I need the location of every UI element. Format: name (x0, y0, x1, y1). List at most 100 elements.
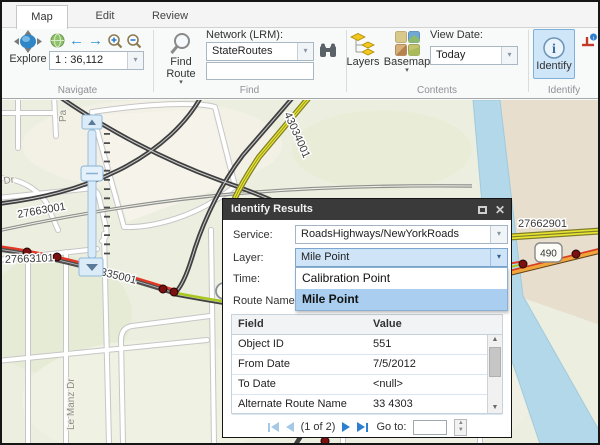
column-header-value: Value (373, 318, 402, 330)
tab-map[interactable]: Map (16, 5, 68, 29)
dropdown-option-calibration-point[interactable]: Calibration Point (296, 268, 507, 289)
identify-route-tool-icon: i (580, 33, 598, 49)
search-routes-button[interactable] (318, 42, 338, 59)
previous-page-button[interactable] (286, 422, 294, 432)
scroll-down-icon[interactable]: ▼ (488, 403, 502, 413)
layer-dropdown-list: Calibration Point Mile Point (295, 267, 508, 311)
field-cell: From Date (238, 358, 290, 370)
street-label: Pa (58, 109, 69, 122)
next-extent-button[interactable]: → (87, 32, 104, 49)
chevron-down-icon[interactable]: ▾ (501, 47, 517, 64)
table-scrollbar[interactable]: ▲ ▼ (487, 335, 502, 413)
left-arrow-icon: ← (69, 33, 84, 48)
table-row[interactable]: From Date 7/5/2012 (232, 355, 502, 375)
attributes-table: Field Value Object ID 551 From Date 7/5/… (231, 314, 503, 414)
view-date-label: View Date: (430, 29, 483, 41)
zoom-in-icon (107, 33, 123, 49)
identify-route-tool-button[interactable]: i (579, 32, 599, 49)
goto-spinner[interactable]: ▲▼ (454, 419, 467, 436)
identify-button[interactable]: i Identify (533, 29, 575, 79)
network-value: StateRoutes (212, 45, 273, 57)
svg-text:i: i (552, 42, 556, 57)
group-label-navigate: Navigate (2, 85, 153, 96)
table-row[interactable]: Object ID 551 (232, 335, 502, 355)
route-shield-490: 490 (535, 243, 562, 262)
layers-button[interactable]: Layers (345, 31, 381, 68)
scroll-up-icon[interactable]: ▲ (488, 335, 502, 345)
time-label: Time: (233, 273, 260, 285)
table-header-row: Field Value (232, 315, 502, 335)
goto-page-input[interactable] (413, 420, 447, 435)
route-label: 27663101 (5, 252, 54, 266)
scrollbar-thumb[interactable] (489, 347, 501, 377)
find-route-magnifier-icon (169, 32, 193, 56)
table-row[interactable]: Alternate Route Name 33 4303 (232, 395, 502, 415)
chevron-down-icon[interactable]: ▾ (490, 249, 507, 266)
group-separator (528, 30, 529, 92)
zoom-in-button[interactable] (106, 32, 123, 49)
value-cell: 33 4303 (373, 398, 413, 410)
page-indicator: (1 of 2) (301, 421, 336, 433)
pagination-bar: (1 of 2) Go to: ▲▼ (223, 418, 511, 436)
explore-button[interactable]: Explore (7, 30, 49, 65)
field-cell: Alternate Route Name (238, 398, 347, 410)
service-combobox[interactable]: RoadsHighways/NewYorkRoads ▾ (295, 225, 508, 244)
full-extent-button[interactable] (49, 32, 66, 49)
route-name-label: Route Name: (233, 295, 298, 307)
dialog-title: Identify Results (231, 203, 313, 215)
service-value: RoadsHighways/NewYorkRoads (301, 228, 459, 240)
map-view[interactable]: 490 27663001 27663101 27335001 27662901 … (2, 100, 598, 444)
find-route-button[interactable]: Find Route ▾ (158, 32, 204, 86)
layer-combobox[interactable]: Mile Point ▾ (295, 248, 508, 267)
spinner-down-icon[interactable]: ▼ (458, 427, 464, 434)
basemap-tiles-icon (395, 31, 420, 56)
dropdown-option-mile-point[interactable]: Mile Point (296, 289, 507, 310)
chevron-down-icon[interactable]: ▾ (490, 226, 507, 243)
layer-value: Mile Point (301, 251, 349, 263)
network-lrm-label: Network (LRM): (206, 29, 283, 41)
slider-track[interactable] (88, 130, 96, 258)
first-page-button[interactable] (267, 422, 279, 432)
maximize-icon[interactable] (478, 206, 487, 214)
chevron-down-icon: ▾ (405, 68, 409, 74)
network-combobox[interactable]: StateRoutes ▾ (206, 42, 314, 61)
zoom-out-icon (126, 33, 142, 49)
group-separator (153, 30, 154, 92)
dialog-titlebar[interactable]: Identify Results ✕ (223, 199, 511, 220)
route-label: 27662901 (518, 218, 567, 230)
column-header-field: Field (238, 318, 264, 330)
basemap-button[interactable]: Basemap ▾ (386, 31, 428, 74)
scale-combobox[interactable]: 1 : 36,112 ▾ (49, 51, 144, 70)
tab-edit[interactable]: Edit (82, 5, 128, 28)
chevron-down-icon[interactable]: ▾ (127, 52, 143, 69)
tab-review[interactable]: Review (142, 5, 198, 28)
table-row[interactable]: To Date <null> (232, 375, 502, 395)
route-search-input[interactable] (206, 62, 314, 80)
layers-label: Layers (346, 56, 379, 68)
find-route-label: Find Route (162, 56, 200, 80)
view-date-value: Today (436, 49, 465, 61)
field-cell: Object ID (238, 338, 284, 350)
service-label: Service: (233, 229, 273, 241)
last-page-button[interactable] (357, 422, 369, 432)
field-cell: To Date (238, 378, 276, 390)
next-page-button[interactable] (342, 422, 350, 432)
chevron-down-icon[interactable]: ▾ (297, 43, 313, 60)
group-label-identify: Identify (528, 85, 600, 96)
close-icon[interactable]: ✕ (495, 204, 505, 216)
group-label-contents: Contents (346, 85, 528, 96)
app-window: Map Edit Review Explore ← → (0, 0, 600, 445)
svg-text:490: 490 (540, 249, 557, 260)
view-date-combobox[interactable]: Today ▾ (430, 46, 518, 65)
value-cell: <null> (373, 378, 403, 390)
identify-results-dialog: Identify Results ✕ Service: RoadsHighway… (222, 198, 512, 438)
previous-extent-button[interactable]: ← (68, 32, 85, 49)
group-label-find: Find (153, 85, 346, 96)
zoom-out-button[interactable] (125, 32, 142, 49)
binoculars-icon (319, 43, 337, 58)
scale-value: 1 : 36,112 (55, 54, 103, 66)
identify-i-icon: i (542, 36, 566, 60)
ribbon: Explore ← → 1 (2, 28, 598, 99)
spinner-up-icon[interactable]: ▲ (458, 420, 464, 427)
globe-icon (50, 33, 65, 48)
